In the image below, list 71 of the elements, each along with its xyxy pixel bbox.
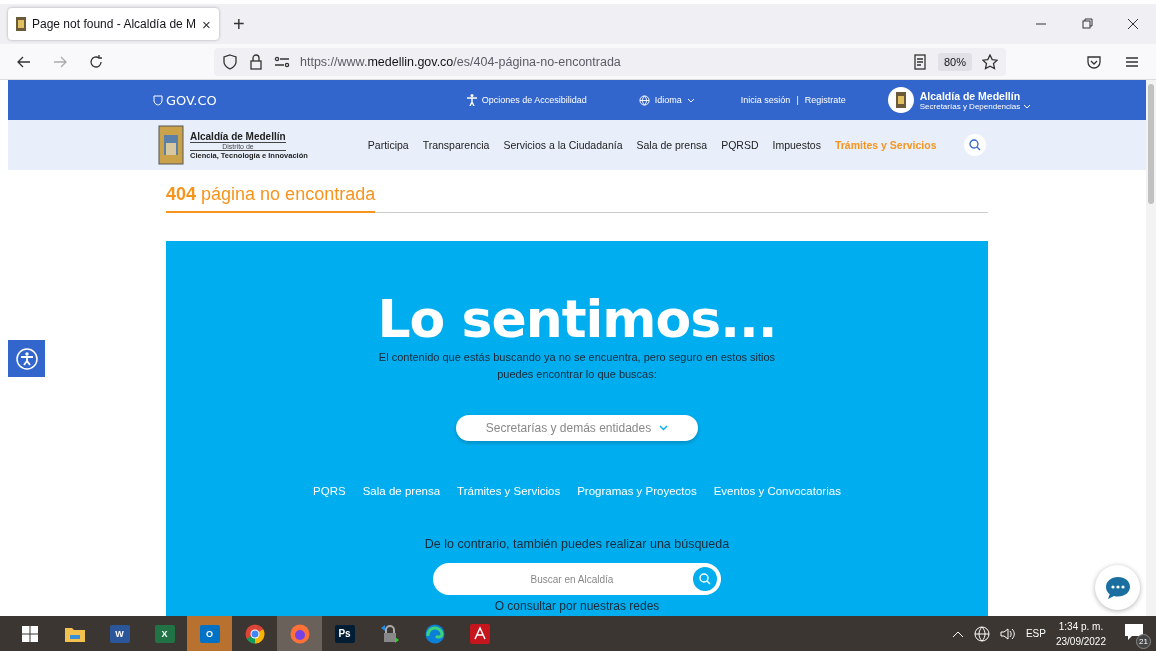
shield-icon bbox=[153, 94, 163, 106]
search-button[interactable] bbox=[964, 134, 987, 156]
nav-link[interactable]: Sala de prensa bbox=[636, 139, 708, 151]
folder-icon bbox=[64, 625, 85, 642]
globe-icon[interactable] bbox=[973, 625, 990, 642]
dependencies-dropdown[interactable]: Secretarías y Dependencias bbox=[919, 101, 1032, 111]
speech-bubble-icon bbox=[1104, 575, 1131, 600]
taskbar-app[interactable]: Ps bbox=[322, 616, 367, 651]
chevron-down-icon bbox=[659, 425, 669, 431]
star-icon[interactable] bbox=[982, 53, 998, 70]
address-bar[interactable]: https://www.medellin.gov.co/es/404-página-no-encontrada 80% bbox=[214, 47, 1006, 76]
browser-tab[interactable]: Page not found - Alcaldía de M × bbox=[8, 8, 219, 40]
clock-date[interactable]: 23/09/2022 bbox=[1055, 633, 1106, 649]
new-tab-button[interactable]: + bbox=[232, 12, 245, 36]
input-language-indicator[interactable]: ESP bbox=[1025, 628, 1046, 639]
login-link[interactable]: Inicia sesión bbox=[740, 95, 791, 105]
search-field[interactable]: Buscar en Alcaldía bbox=[433, 563, 721, 595]
entity-logo-icon bbox=[887, 87, 914, 113]
firefox-icon bbox=[289, 623, 310, 644]
coat-of-arms-icon[interactable] bbox=[158, 125, 184, 165]
hero-heading: Lo sentimos... bbox=[377, 289, 777, 349]
pdf-icon bbox=[469, 623, 490, 644]
nav-link[interactable]: Servicios a la Ciudadanía bbox=[503, 139, 623, 151]
chevron-up-icon[interactable] bbox=[951, 629, 964, 638]
accessibility-icon bbox=[466, 94, 477, 106]
clock-time[interactable]: 1:34 p. m. bbox=[1055, 618, 1106, 634]
entity-title: Alcaldía de Medellín bbox=[919, 89, 1022, 102]
scrollbar[interactable] bbox=[1146, 80, 1156, 616]
shield-icon[interactable] bbox=[222, 53, 238, 70]
nav-link[interactable]: Participa bbox=[367, 139, 409, 151]
logo-title: Alcaldía de Medellín bbox=[190, 130, 287, 142]
separator-text: | bbox=[796, 95, 799, 105]
notification-icon[interactable] bbox=[1124, 622, 1144, 641]
padlock-icon bbox=[379, 623, 400, 644]
chrome-icon bbox=[244, 623, 265, 644]
accessibility-button[interactable] bbox=[8, 340, 45, 377]
chevron-down-icon bbox=[686, 97, 695, 103]
nav-link[interactable]: Impuestos bbox=[772, 139, 821, 151]
photoshop-icon: Ps bbox=[334, 624, 355, 643]
nav-link[interactable]: Transparencia bbox=[422, 139, 490, 151]
taskbar-app[interactable]: W bbox=[97, 616, 142, 651]
reader-view-icon[interactable] bbox=[911, 53, 928, 70]
taskbar-app[interactable]: X bbox=[142, 616, 187, 651]
taskbar-app[interactable]: O bbox=[187, 616, 232, 651]
search-icon bbox=[969, 139, 982, 151]
hero-message: El contenido que estás buscando ya no se encuentra, pero seguro en estos sitios puedes encontrar lo que buscas: bbox=[377, 350, 777, 382]
chat-button[interactable] bbox=[1095, 565, 1140, 610]
outlook-icon: O bbox=[199, 624, 220, 643]
entities-dropdown[interactable]: Secretarías y demás entidades bbox=[456, 415, 698, 441]
globe-icon bbox=[638, 94, 650, 106]
excel-icon: X bbox=[154, 624, 175, 643]
accessibility-icon bbox=[15, 347, 38, 370]
site-favicon-icon bbox=[16, 17, 26, 31]
page-title: 404 página no encontrada bbox=[166, 184, 376, 213]
zoom-level-button[interactable]: 80% bbox=[937, 52, 972, 71]
chevron-down-icon bbox=[1023, 103, 1032, 109]
search-icon bbox=[699, 573, 711, 585]
social-prompt: O consultar por nuestras redes bbox=[494, 599, 660, 613]
padlock-icon[interactable] bbox=[248, 53, 264, 70]
search-prompt: De lo contrario, también puedes realizar una búsqueda bbox=[424, 537, 730, 551]
gov-co-logo[interactable]: GOV.CO bbox=[153, 92, 217, 108]
speaker-icon[interactable] bbox=[999, 626, 1016, 641]
register-link[interactable]: Registrate bbox=[804, 95, 846, 105]
language-dropdown[interactable]: Idioma bbox=[638, 94, 695, 106]
word-icon: W bbox=[109, 624, 130, 643]
close-tab-button[interactable]: × bbox=[202, 15, 211, 33]
url-text: https://www.medellin.gov.co/es/404-página-no-encontrada bbox=[300, 54, 622, 69]
edge-icon bbox=[424, 623, 445, 644]
nav-link[interactable]: PQRSD bbox=[721, 139, 759, 151]
windows-logo-icon bbox=[21, 625, 38, 642]
accessibility-options-link[interactable]: Opciones de Accesibilidad bbox=[466, 94, 587, 106]
